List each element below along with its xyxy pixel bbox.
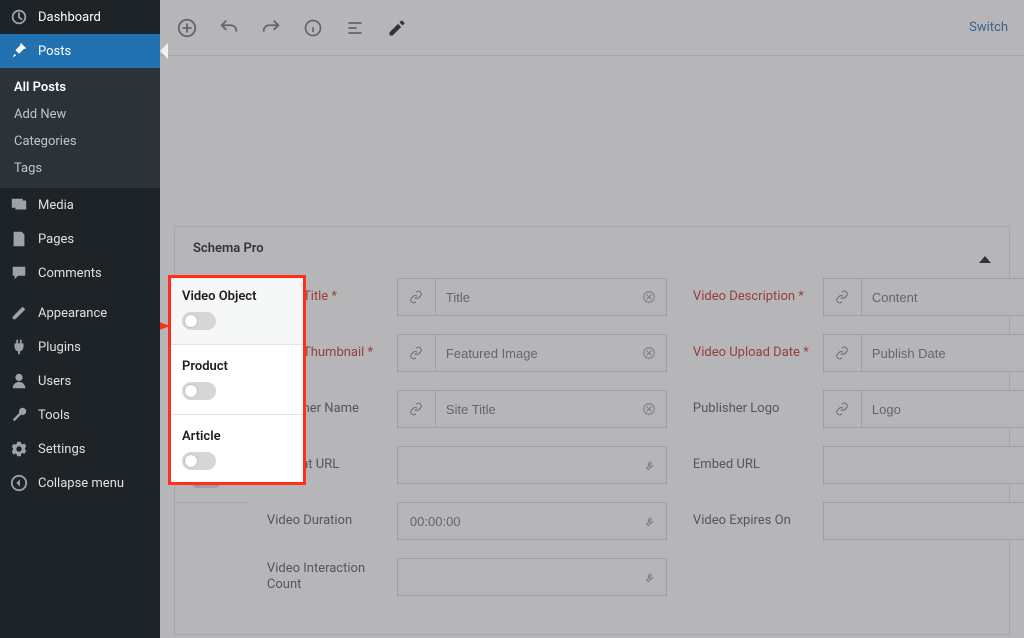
input-embed-url[interactable]	[823, 446, 1024, 484]
edit-button[interactable]	[386, 17, 408, 39]
info-button[interactable]	[302, 17, 324, 39]
sidebar-item-label: Users	[38, 374, 71, 389]
input-video-interaction-count[interactable]	[397, 558, 667, 596]
wrench-icon[interactable]	[632, 559, 666, 595]
schema-tab-video-object[interactable]: Video Object	[175, 278, 249, 363]
sidebar-item-label: Posts	[38, 44, 71, 59]
media-icon	[10, 196, 30, 214]
link-icon	[824, 391, 862, 427]
sidebar-item-users[interactable]: Users	[0, 364, 160, 398]
toggle-video-object[interactable]	[189, 330, 223, 348]
clear-icon[interactable]	[632, 335, 666, 371]
settings-icon	[10, 440, 30, 458]
input-video-description[interactable]	[823, 278, 1024, 316]
field-embed-url: Embed URL	[693, 446, 1024, 484]
field-video-upload-date: Video Upload Date *	[693, 334, 1024, 372]
sidebar-item-label: Appearance	[38, 306, 107, 321]
comments-icon	[10, 264, 30, 282]
collapse-icon	[10, 474, 30, 492]
sidebar-subitem-tags[interactable]: Tags	[0, 155, 160, 182]
input-publisher-name[interactable]	[397, 390, 667, 428]
plugins-icon	[10, 338, 30, 356]
wrench-icon[interactable]	[632, 503, 666, 539]
input-video-upload-date[interactable]	[823, 334, 1024, 372]
link-icon	[824, 279, 862, 315]
sidebar-item-label: Comments	[38, 266, 102, 281]
input-video-duration[interactable]	[397, 502, 667, 540]
sidebar-item-label: Media	[38, 198, 74, 213]
sidebar-item-collapse[interactable]: Collapse menu	[0, 466, 160, 500]
toggle-article[interactable]	[189, 470, 223, 488]
schema-tabs: Video Object Product Article	[175, 278, 249, 614]
sidebar-item-appearance[interactable]: Appearance	[0, 296, 160, 330]
schema-pro-panel-header[interactable]: Schema Pro	[175, 227, 1009, 270]
tools-icon	[10, 406, 30, 424]
sidebar-item-label: Pages	[38, 232, 74, 247]
schema-pro-panel: Schema Pro Video Object Product Article	[174, 226, 1010, 635]
sidebar-item-label: Settings	[38, 442, 85, 457]
editor-main: Switch Schema Pro Video Object Product	[160, 0, 1024, 638]
add-block-button[interactable]	[176, 17, 198, 39]
schema-tab-article[interactable]: Article	[175, 433, 249, 503]
outline-button[interactable]	[344, 17, 366, 39]
field-video-duration: Video Duration	[267, 502, 667, 540]
link-icon	[398, 335, 436, 371]
sidebar-item-tools[interactable]: Tools	[0, 398, 160, 432]
pin-icon	[10, 42, 30, 60]
sidebar-subitem-add-new[interactable]: Add New	[0, 101, 160, 128]
switch-link[interactable]: Switch	[969, 20, 1008, 35]
field-video-thumbnail: Video Thumbnail *	[267, 334, 667, 372]
field-video-expires-on: Video Expires On	[693, 502, 1024, 540]
sidebar-item-label: Dashboard	[38, 10, 101, 25]
field-video-description: Video Description *	[693, 278, 1024, 316]
link-icon	[398, 279, 436, 315]
sidebar-item-comments[interactable]: Comments	[0, 256, 160, 290]
field-publisher-logo: Publisher Logo	[693, 390, 1024, 428]
pages-icon	[10, 230, 30, 248]
redo-button[interactable]	[260, 17, 282, 39]
sidebar-item-dashboard[interactable]: Dashboard	[0, 0, 160, 34]
sidebar-item-settings[interactable]: Settings	[0, 432, 160, 466]
input-video-expires-on[interactable]	[823, 502, 1024, 540]
input-video-thumbnail[interactable]	[397, 334, 667, 372]
sidebar-item-label: Tools	[38, 408, 70, 423]
field-video-title: Video Title *	[267, 278, 667, 316]
sidebar-item-posts[interactable]: Posts	[0, 34, 160, 68]
appearance-icon	[10, 304, 30, 322]
undo-button[interactable]	[218, 17, 240, 39]
sidebar-subitem-categories[interactable]: Categories	[0, 128, 160, 155]
admin-sidebar: Dashboard Posts All Posts Add New Catego…	[0, 0, 160, 638]
field-content-url: Content URL	[267, 446, 667, 484]
sidebar-item-label: Collapse menu	[38, 476, 124, 491]
input-content-url[interactable]	[397, 446, 667, 484]
sidebar-item-media[interactable]: Media	[0, 188, 160, 222]
link-icon	[824, 335, 862, 371]
panel-title: Schema Pro	[193, 241, 264, 256]
clear-icon[interactable]	[632, 391, 666, 427]
field-publisher-name: Publisher Name	[267, 390, 667, 428]
schema-tab-product[interactable]: Product	[175, 363, 249, 433]
wrench-icon[interactable]	[632, 447, 666, 483]
input-publisher-logo[interactable]	[823, 390, 1024, 428]
dashboard-icon	[10, 8, 30, 26]
chevron-up-icon	[979, 241, 991, 256]
sidebar-item-plugins[interactable]: Plugins	[0, 330, 160, 364]
clear-icon[interactable]	[632, 279, 666, 315]
toggle-product[interactable]	[189, 400, 223, 418]
editor-content: Schema Pro Video Object Product Article	[160, 56, 1024, 638]
sidebar-item-pages[interactable]: Pages	[0, 222, 160, 256]
input-video-title[interactable]	[397, 278, 667, 316]
sidebar-submenu-posts: All Posts Add New Categories Tags	[0, 68, 160, 188]
sidebar-item-label: Plugins	[38, 340, 81, 355]
users-icon	[10, 372, 30, 390]
schema-fields: Video Title * Video Description *	[249, 278, 1024, 614]
field-video-interaction-count: Video Interaction Count	[267, 558, 667, 596]
link-icon	[398, 391, 436, 427]
sidebar-subitem-all-posts[interactable]: All Posts	[0, 74, 160, 101]
editor-toolbar: Switch	[160, 0, 1024, 56]
